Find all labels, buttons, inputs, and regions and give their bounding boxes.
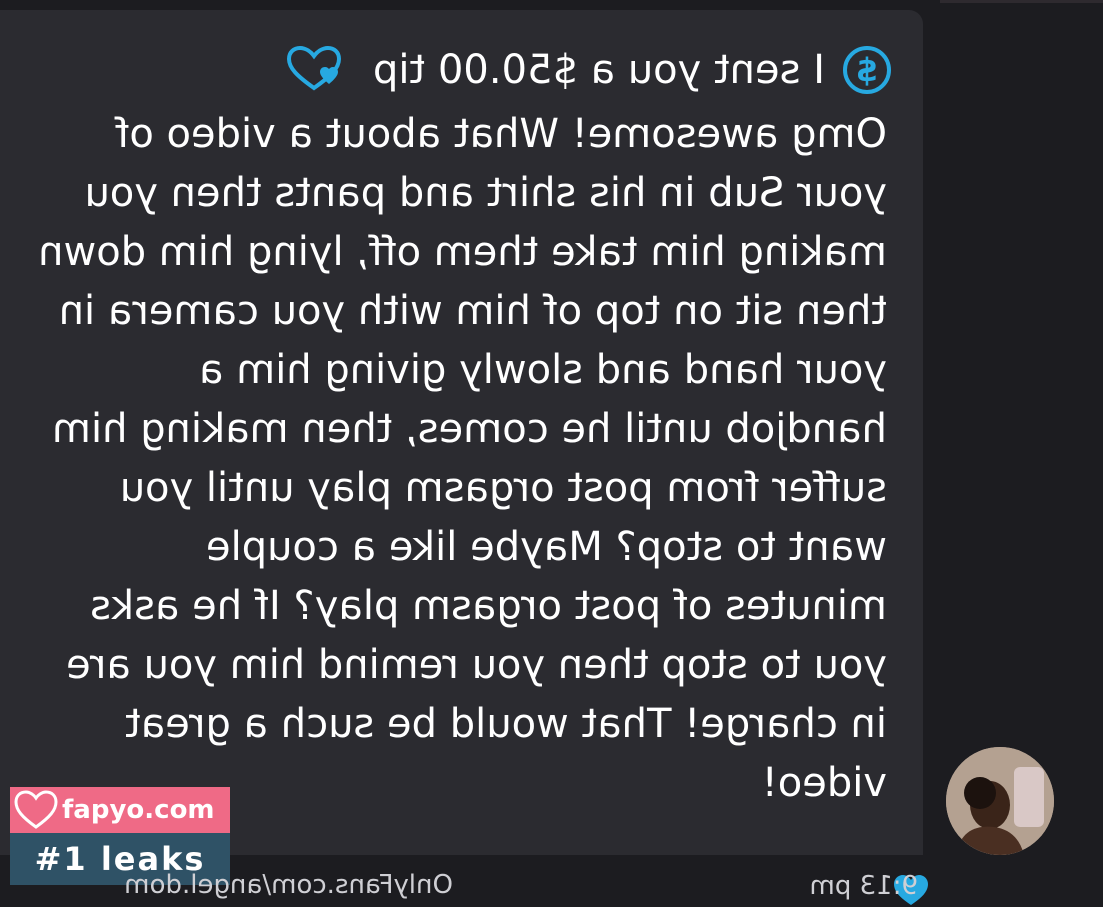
watermark-heart-icon <box>14 790 58 829</box>
watermark-top: fapyo.com <box>10 787 230 833</box>
mirrored-content: $ I sent you a $50.00 tip Omg awesome! W… <box>0 10 923 855</box>
source-text: OnlyFans.com/angel.dom <box>124 870 453 900</box>
heart-outline-icon[interactable] <box>285 44 343 96</box>
tip-text: I sent you a $50.00 tip <box>372 47 825 93</box>
watermark-site: fapyo.com <box>62 795 215 825</box>
avatar-photo <box>946 747 1054 855</box>
dollar-icon: $ <box>843 46 891 94</box>
avatar[interactable] <box>946 747 1054 855</box>
message-bubble[interactable]: $ I sent you a $50.00 tip Omg awesome! W… <box>0 10 923 855</box>
tip-line: $ I sent you a $50.00 tip <box>285 40 891 100</box>
top-edge-line <box>940 0 1103 3</box>
message-footer: OnlyFans.com/angel.dom 9:13 pm <box>0 855 1103 905</box>
message-time: 9:13 pm <box>809 871 918 901</box>
message-text: Omg awesome! What about a video of your … <box>38 111 887 806</box>
